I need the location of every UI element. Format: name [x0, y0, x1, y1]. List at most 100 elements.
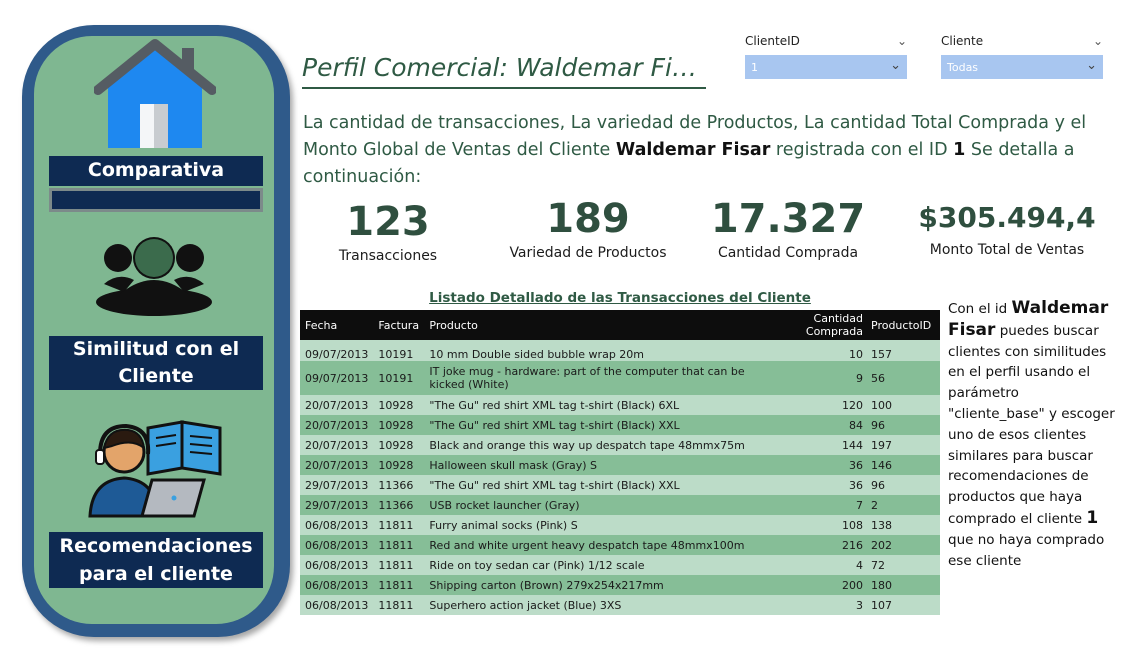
cell-productoid: 157 [871, 348, 892, 361]
cell-producto: 10 mm Double sided bubble wrap 20m [429, 348, 645, 361]
clienteid-value: 1 [751, 61, 758, 74]
cell-producto: Furry animal socks (Pink) S [429, 518, 578, 532]
cliente-value: Todas [947, 61, 979, 74]
cliente-dropdown[interactable]: Todas ⌄ [941, 55, 1103, 79]
client-name: Waldemar Fisar [615, 140, 771, 160]
cell-productoid: 100 [871, 398, 892, 412]
kpi-value: $305.494,4 [918, 201, 1096, 234]
cell-fecha: 20/07/2013 [305, 458, 369, 472]
note-text: puedes buscar clientes con similitudes e… [948, 322, 1115, 527]
cell-cantidad: 108 [842, 518, 863, 532]
cell-productoid: 2 [871, 498, 878, 512]
cell-cantidad: 216 [842, 538, 863, 552]
cell-productoid: 72 [871, 558, 885, 572]
kpi-label: Monto Total de Ventas [929, 242, 1085, 258]
kpi-value: 17.327 [710, 196, 866, 242]
cell-productoid: 138 [871, 518, 892, 532]
cell-fecha: 06/08/2013 [305, 578, 369, 592]
cell-factura: 11811 [378, 598, 414, 612]
cell-fecha: 20/07/2013 [305, 418, 369, 432]
table-body: 09/07/2013 10191 10 mm Double sided bubble… [300, 340, 940, 615]
kpi-label: Variedad de Productos [509, 245, 667, 261]
cell-cantidad: 144 [842, 438, 863, 452]
kpi-cantidad: 17.327 Cantidad Comprada [703, 197, 873, 261]
cell-productoid: 96 [871, 418, 885, 432]
cell-productoid: 146 [871, 458, 892, 472]
cell-cantidad: 3 [856, 598, 863, 612]
cell-producto: Shipping carton (Brown) 279x254x217mm [429, 578, 664, 592]
column-header-cantidad[interactable]: Cantidad Comprada [756, 310, 868, 340]
table-row[interactable]: 06/08/2013 11811 Red and white urgent heav… [300, 535, 940, 555]
cell-factura: 10191 [378, 371, 414, 385]
cell-producto: USB rocket launcher (Gray) [429, 498, 580, 512]
cell-producto: Red and white urgent heavy despatch tape… [429, 538, 745, 552]
client-description: La cantidad de transacciones, La varieda… [303, 110, 1093, 191]
cell-productoid: 180 [871, 578, 892, 592]
support-agent-icon[interactable] [86, 418, 226, 518]
cell-productoid: 197 [871, 438, 892, 452]
cell-fecha: 09/07/2013 [305, 348, 369, 361]
kpi-transacciones: 123 Transacciones [318, 200, 458, 264]
cell-factura: 10928 [378, 398, 414, 412]
cell-fecha: 29/07/2013 [305, 498, 369, 512]
table-row[interactable]: 09/07/2013 10191 IT joke mug - hardware: p… [300, 361, 940, 395]
cell-productoid: 202 [871, 538, 892, 552]
cell-fecha: 20/07/2013 [305, 398, 369, 412]
cell-cantidad: 10 [849, 348, 863, 361]
column-header-productoid[interactable]: ProductoID [868, 310, 940, 340]
client-id: 1 [953, 140, 966, 160]
description-text: registrada con el ID [770, 140, 954, 160]
chevron-down-icon[interactable]: ⌄ [897, 34, 907, 48]
note-text: Con el id [948, 301, 1012, 317]
users-icon[interactable] [94, 236, 214, 316]
cell-cantidad: 36 [849, 458, 863, 472]
home-icon[interactable] [93, 38, 217, 150]
cell-factura: 10928 [378, 418, 414, 432]
chevron-down-icon[interactable]: ⌄ [890, 58, 901, 73]
transactions-table: Fecha Factura Producto Cantidad Comprada… [300, 310, 940, 615]
cell-producto: "The Gu" red shirt XML tag t-shirt (Blac… [429, 398, 680, 412]
column-header-producto[interactable]: Producto [424, 310, 756, 340]
cell-cantidad: 9 [856, 371, 863, 385]
chevron-down-icon[interactable]: ⌄ [1086, 58, 1097, 73]
table-row[interactable]: 20/07/2013 10928 Halloween skull mask (Gra… [300, 455, 940, 475]
table-row[interactable]: 06/08/2013 11811 Ride on toy sedan car (Pi… [300, 555, 940, 575]
cell-producto: Ride on toy sedan car (Pink) 1/12 scale [429, 558, 645, 572]
table-row[interactable]: 20/07/2013 10928 Black and orange this way… [300, 435, 940, 455]
cell-cantidad: 200 [842, 578, 863, 592]
nav-comparativa-button[interactable]: Comparativa [49, 156, 263, 186]
cliente-slicer[interactable]: Cliente ⌄ Todas ⌄ [941, 34, 1103, 79]
table-row[interactable]: 09/07/2013 10191 10 mm Double sided bubble… [300, 340, 940, 361]
table-row[interactable]: 20/07/2013 10928 "The Gu" red shirt XML ta… [300, 415, 940, 435]
column-header-fecha[interactable]: Fecha [300, 310, 373, 340]
cell-producto: Black and orange this way up despatch ta… [429, 438, 745, 452]
table-row[interactable]: 20/07/2013 10928 "The Gu" red shirt XML ta… [300, 395, 940, 415]
cell-factura: 11366 [378, 478, 414, 492]
kpi-variedad: 189 Variedad de Productos [493, 197, 683, 261]
cell-fecha: 06/08/2013 [305, 518, 369, 532]
clienteid-slicer[interactable]: ClienteID ⌄ 1 ⌄ [745, 34, 907, 79]
column-header-factura[interactable]: Factura [373, 310, 424, 340]
cell-fecha: 06/08/2013 [305, 558, 369, 572]
table-row[interactable]: 06/08/2013 11811 Furry animal socks (Pink)… [300, 515, 940, 535]
kpi-label: Cantidad Comprada [717, 245, 859, 261]
table-row[interactable]: 29/07/2013 11366 "The Gu" red shirt XML ta… [300, 475, 940, 495]
cell-factura: 10928 [378, 438, 414, 452]
table-row[interactable]: 06/08/2013 11811 Shipping carton (Brown) 2… [300, 575, 940, 595]
nav-similitud-button[interactable]: Similitud con el Cliente [49, 336, 263, 390]
kpi-monto: $305.494,4 Monto Total de Ventas [912, 198, 1102, 258]
cell-producto: IT joke mug - hardware: part of the comp… [429, 365, 745, 391]
cell-fecha: 06/08/2013 [305, 598, 369, 612]
chevron-down-icon[interactable]: ⌄ [1093, 34, 1103, 48]
cell-factura: 11811 [378, 578, 414, 592]
title-underline [302, 87, 706, 89]
cell-factura: 10928 [378, 458, 414, 472]
client-id: 1 [1086, 507, 1099, 528]
cell-factura: 11811 [378, 538, 414, 552]
table-row[interactable]: 29/07/2013 11366 USB rocket launcher (Gray… [300, 495, 940, 515]
clienteid-dropdown[interactable]: 1 ⌄ [745, 55, 907, 79]
cell-fecha: 20/07/2013 [305, 438, 369, 452]
cell-productoid: 107 [871, 598, 892, 612]
nav-recomendaciones-button[interactable]: Recomendaciones para el cliente [49, 532, 263, 588]
table-row[interactable]: 06/08/2013 11811 Superhero action jacket (… [300, 595, 940, 615]
